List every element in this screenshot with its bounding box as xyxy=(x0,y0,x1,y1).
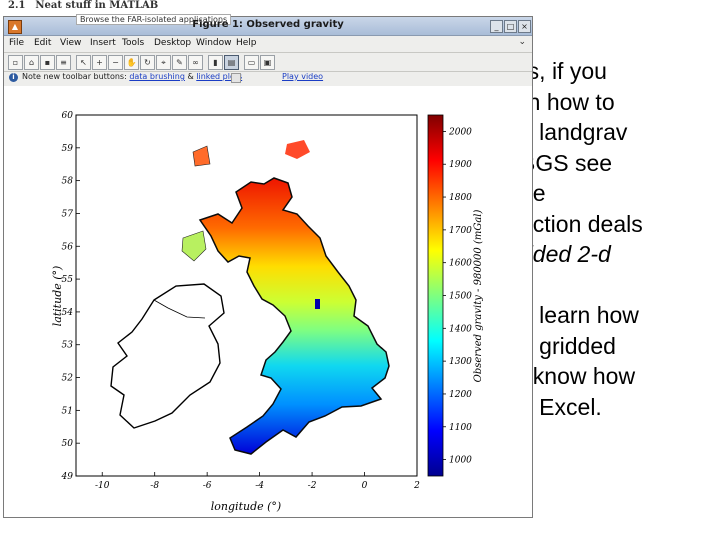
note-text: Note new toolbar buttons: data brushing … xyxy=(22,72,242,81)
section-title: Neat stuff in MATLAB xyxy=(35,0,159,11)
bullet-line: BGS see xyxy=(520,149,613,176)
bullet-line: t know how xyxy=(520,363,636,389)
play-video-link[interactable]: Play video xyxy=(282,72,323,81)
y-tick-label: 60 xyxy=(62,111,74,121)
x-tick-label: 0 xyxy=(362,481,368,491)
link-icon[interactable]: ∞ xyxy=(188,55,203,70)
menu-file[interactable]: File xyxy=(9,38,24,48)
y-tick-label: 53 xyxy=(62,341,74,351)
bullet-line: o learn how xyxy=(520,302,639,328)
y-tick-label: 49 xyxy=(61,472,74,482)
colorbar-tick-label: 1900 xyxy=(449,160,472,170)
colorbar-tick-label: 1400 xyxy=(449,324,472,334)
y-tick-label: 56 xyxy=(62,242,74,252)
menu-tools[interactable]: Tools xyxy=(122,38,144,48)
x-axis-label: longitude (°) xyxy=(211,500,281,513)
pointer-icon[interactable]: ↖ xyxy=(76,55,91,70)
bullet-line: rs, if you xyxy=(520,58,607,84)
x-tick-label: -10 xyxy=(95,481,110,491)
y-axis-label: latitude (°) xyxy=(51,266,64,327)
kielder-anomaly xyxy=(315,299,320,309)
colorbar-tick-label: 1800 xyxy=(449,193,472,203)
y-tick-label: 52 xyxy=(62,374,74,384)
show-tools-icon[interactable]: ▣ xyxy=(260,55,275,70)
menu-desktop[interactable]: Desktop xyxy=(154,38,191,48)
hide-tools-icon[interactable]: ▭ xyxy=(244,55,259,70)
menu-window[interactable]: Window xyxy=(196,38,232,48)
rotate-icon[interactable]: ↻ xyxy=(140,55,155,70)
colorbar-tick-label: 1100 xyxy=(449,423,472,433)
slide-bullet-text: rs, if you rn how to e landgrav BGS seegenc… xyxy=(520,56,720,422)
brush-icon[interactable]: ✎ xyxy=(172,55,187,70)
figure-window: ▲ Browse the FAR-isolated applications F… xyxy=(3,14,533,518)
colorbar-tick-label: 1700 xyxy=(449,226,472,236)
maximize-button[interactable]: □ xyxy=(504,20,517,33)
y-tick-label: 51 xyxy=(62,406,73,416)
menu-view[interactable]: View xyxy=(60,38,81,48)
minimize-button[interactable]: _ xyxy=(490,20,503,33)
gravity-map-figure: -10 -8 -6 -4 -2 0 2 495051525354555657585960 l… xyxy=(51,111,484,513)
bullet-line: n gridded xyxy=(520,332,616,359)
figure-canvas: -10 -8 -6 -4 -2 0 2 49 50 51 52 53 54 55 56 57 58 59 60 l… xyxy=(4,86,532,517)
figure-toolbar: ▫ ⌂ ▪ ≡ ↖ + − ✋ ↻ ⌖ ✎ ∞ ▮ ▤ ▭ ▣ xyxy=(4,52,532,72)
bullet-line: ge xyxy=(520,178,720,209)
colorbar-tick-labels: 1000 1100 1200 1300 1400 1500 1600 1700 1800 1900… xyxy=(443,127,472,466)
bullet-line: a xyxy=(520,270,720,301)
pan-icon[interactable]: ✋ xyxy=(124,55,139,70)
x-tick-label: -2 xyxy=(308,481,317,491)
toolbar-note: i Note new toolbar buttons: data brushin… xyxy=(4,71,532,85)
y-tick-label: 57 xyxy=(62,209,74,219)
data-cursor-icon[interactable]: ⌖ xyxy=(156,55,171,70)
y-tick-label: 59 xyxy=(62,144,74,154)
x-tick-label: 2 xyxy=(413,481,420,491)
menu-help[interactable]: Help xyxy=(236,38,257,48)
menu-edit[interactable]: Edit xyxy=(34,38,51,48)
bullet-line: n Excel. xyxy=(520,393,602,420)
colorbar-label: Observed gravity - 980000 (mGal) xyxy=(473,210,484,383)
section-number: 2.1 xyxy=(8,0,26,11)
y-tick-label: 50 xyxy=(62,439,74,449)
x-tick-label: -4 xyxy=(255,481,264,491)
chevron-down-icon[interactable]: ⌄ xyxy=(518,37,526,47)
zoom-out-icon[interactable]: − xyxy=(108,55,123,70)
title-bar[interactable]: ▲ Browse the FAR-isolated applications F… xyxy=(4,14,532,36)
open-icon[interactable]: ⌂ xyxy=(24,55,39,70)
colorbar-tick-label: 1500 xyxy=(449,292,472,302)
bullet-line: nction deals xyxy=(520,210,643,237)
brush-note-icon xyxy=(231,73,241,83)
colorbar-tick-label: 1200 xyxy=(449,390,472,400)
colorbar-tick-label: 1600 xyxy=(449,259,472,269)
x-tick-label: -6 xyxy=(203,481,212,491)
colorbar-tick-label: 1300 xyxy=(449,357,472,367)
print-icon[interactable]: ≡ xyxy=(56,55,71,70)
colorbar xyxy=(427,114,444,477)
close-button[interactable]: × xyxy=(518,20,531,33)
colorbar-tick-label: 2000 xyxy=(448,127,472,137)
data-brushing-link[interactable]: data brushing xyxy=(129,72,185,81)
info-icon: i xyxy=(9,73,18,82)
window-title: Figure 1: Observed gravity xyxy=(192,19,344,30)
legend-icon[interactable]: ▤ xyxy=(224,55,239,70)
zoom-in-icon[interactable]: + xyxy=(92,55,107,70)
note-ampersand: & xyxy=(184,72,197,81)
save-icon[interactable]: ▪ xyxy=(40,55,55,70)
x-tick-label: -8 xyxy=(150,481,159,491)
colorbar-tick-label: 1000 xyxy=(449,456,472,466)
bullet-line: dded 2-d xyxy=(520,241,611,267)
bullet-line: e landgrav xyxy=(520,119,628,145)
y-tick-label: 58 xyxy=(62,177,74,187)
colorbar-icon[interactable]: ▮ xyxy=(208,55,223,70)
new-file-icon[interactable]: ▫ xyxy=(8,55,23,70)
menu-bar: File Edit View Insert Tools Desktop Wind… xyxy=(4,36,532,52)
note-prefix: Note new toolbar buttons: xyxy=(22,72,130,81)
slide-heading: 2.1 Neat stuff in MATLAB xyxy=(8,0,158,14)
menu-insert[interactable]: Insert xyxy=(90,38,116,48)
bullet-line: rn how to xyxy=(520,88,615,115)
